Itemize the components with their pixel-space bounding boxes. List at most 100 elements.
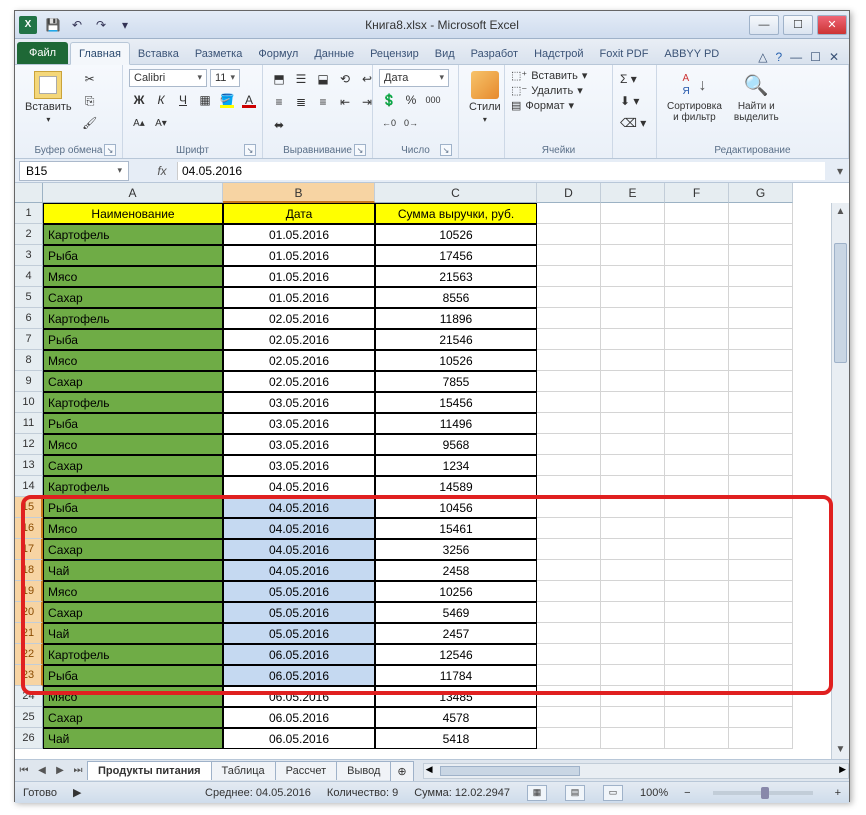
- cell[interactable]: [601, 329, 665, 350]
- font-color-button[interactable]: A: [239, 90, 259, 110]
- orientation-button[interactable]: ⟲: [335, 69, 355, 89]
- cell[interactable]: 21563: [375, 266, 537, 287]
- find-select-button[interactable]: 🔍 Найти и выделить: [730, 69, 783, 125]
- cell[interactable]: [665, 350, 729, 371]
- cell[interactable]: 1234: [375, 455, 537, 476]
- cell[interactable]: 02.05.2016: [223, 308, 375, 329]
- row-header[interactable]: 24: [15, 686, 43, 707]
- underline-button[interactable]: Ч: [173, 90, 193, 110]
- scroll-up-arrow[interactable]: ▲: [832, 203, 849, 221]
- cell[interactable]: [537, 434, 601, 455]
- cell[interactable]: [537, 329, 601, 350]
- cell[interactable]: [665, 707, 729, 728]
- cell[interactable]: [601, 581, 665, 602]
- format-cells-button[interactable]: ▤Формат ▾: [511, 99, 574, 112]
- header-cell[interactable]: Наименование: [43, 203, 223, 224]
- col-G-header[interactable]: G: [729, 183, 793, 203]
- cell[interactable]: [665, 728, 729, 749]
- decrease-decimal-button[interactable]: 0→: [401, 113, 421, 133]
- cell[interactable]: 8556: [375, 287, 537, 308]
- new-sheet-button[interactable]: ⊕: [390, 761, 413, 781]
- cell[interactable]: 01.05.2016: [223, 224, 375, 245]
- cell[interactable]: Сахар: [43, 287, 223, 308]
- cell[interactable]: 12546: [375, 644, 537, 665]
- delete-cells-button[interactable]: ⬚⁻Удалить ▾: [511, 84, 583, 97]
- cell[interactable]: [665, 371, 729, 392]
- cell[interactable]: [537, 728, 601, 749]
- cell[interactable]: [729, 581, 793, 602]
- cell[interactable]: [729, 539, 793, 560]
- workbook-close[interactable]: ✕: [829, 50, 839, 64]
- row-header[interactable]: 12: [15, 434, 43, 455]
- vertical-scrollbar[interactable]: ▲ ▼: [831, 203, 849, 759]
- cell[interactable]: [665, 644, 729, 665]
- border-button[interactable]: ▦: [195, 90, 215, 110]
- tab-foxit[interactable]: Foxit PDF: [592, 43, 657, 64]
- col-F-header[interactable]: F: [665, 183, 729, 203]
- tab-insert[interactable]: Вставка: [130, 43, 187, 64]
- cell[interactable]: 02.05.2016: [223, 350, 375, 371]
- cell[interactable]: [601, 392, 665, 413]
- format-painter-button[interactable]: 🖌: [80, 113, 100, 133]
- file-tab[interactable]: Файл: [17, 42, 68, 64]
- cell[interactable]: [537, 581, 601, 602]
- worksheet-grid[interactable]: A B C D E F G 1НаименованиеДатаСумма выр…: [15, 183, 849, 759]
- cell[interactable]: [537, 371, 601, 392]
- view-page-layout-button[interactable]: ▤: [565, 785, 585, 801]
- cell[interactable]: [665, 434, 729, 455]
- scroll-down-arrow[interactable]: ▼: [832, 741, 849, 759]
- cell[interactable]: [665, 497, 729, 518]
- bold-button[interactable]: Ж: [129, 90, 149, 110]
- tab-data[interactable]: Данные: [306, 43, 362, 64]
- cell[interactable]: 04.05.2016: [223, 476, 375, 497]
- cell[interactable]: Чай: [43, 560, 223, 581]
- row-header[interactable]: 7: [15, 329, 43, 350]
- cell[interactable]: Мясо: [43, 266, 223, 287]
- percent-button[interactable]: %: [401, 90, 421, 110]
- header-cell[interactable]: Сумма выручки, руб.: [375, 203, 537, 224]
- row-header[interactable]: 8: [15, 350, 43, 371]
- cell[interactable]: [665, 224, 729, 245]
- cell[interactable]: [537, 539, 601, 560]
- cell[interactable]: Чай: [43, 728, 223, 749]
- cell[interactable]: 04.05.2016: [223, 560, 375, 581]
- sort-filter-button[interactable]: A Я ↓ Сортировка и фильтр: [663, 69, 726, 125]
- cell[interactable]: [665, 476, 729, 497]
- cell[interactable]: 15456: [375, 392, 537, 413]
- row-header[interactable]: 21: [15, 623, 43, 644]
- cell[interactable]: [537, 266, 601, 287]
- row-header[interactable]: 5: [15, 287, 43, 308]
- cell[interactable]: 10526: [375, 224, 537, 245]
- cell[interactable]: [729, 203, 793, 224]
- cell[interactable]: [537, 308, 601, 329]
- align-launcher[interactable]: ↘: [354, 144, 366, 156]
- cell[interactable]: [601, 203, 665, 224]
- close-button[interactable]: ✕: [817, 15, 847, 35]
- cell[interactable]: Мясо: [43, 581, 223, 602]
- expand-formula-bar[interactable]: ▾: [831, 164, 849, 178]
- minimize-button[interactable]: —: [749, 15, 779, 35]
- help-icon[interactable]: ?: [775, 50, 782, 64]
- cell[interactable]: 03.05.2016: [223, 455, 375, 476]
- align-middle-button[interactable]: ☰: [291, 69, 311, 89]
- cell[interactable]: Чай: [43, 623, 223, 644]
- cell[interactable]: Картофель: [43, 392, 223, 413]
- cell[interactable]: [601, 308, 665, 329]
- cell[interactable]: [665, 623, 729, 644]
- name-box[interactable]: B15▾: [19, 161, 129, 181]
- cell[interactable]: [729, 392, 793, 413]
- cell[interactable]: Рыба: [43, 665, 223, 686]
- increase-font-button[interactable]: A▴: [129, 113, 149, 133]
- cell[interactable]: [729, 665, 793, 686]
- cell[interactable]: Картофель: [43, 308, 223, 329]
- cell[interactable]: 02.05.2016: [223, 371, 375, 392]
- cell[interactable]: 9568: [375, 434, 537, 455]
- cell[interactable]: [729, 329, 793, 350]
- sheet-nav-prev[interactable]: ◀: [33, 765, 51, 776]
- cell[interactable]: 06.05.2016: [223, 665, 375, 686]
- tab-home[interactable]: Главная: [70, 42, 130, 65]
- clear-button[interactable]: ⌫ ▾: [619, 113, 647, 133]
- cell[interactable]: [537, 392, 601, 413]
- cell[interactable]: 01.05.2016: [223, 266, 375, 287]
- cell[interactable]: [601, 350, 665, 371]
